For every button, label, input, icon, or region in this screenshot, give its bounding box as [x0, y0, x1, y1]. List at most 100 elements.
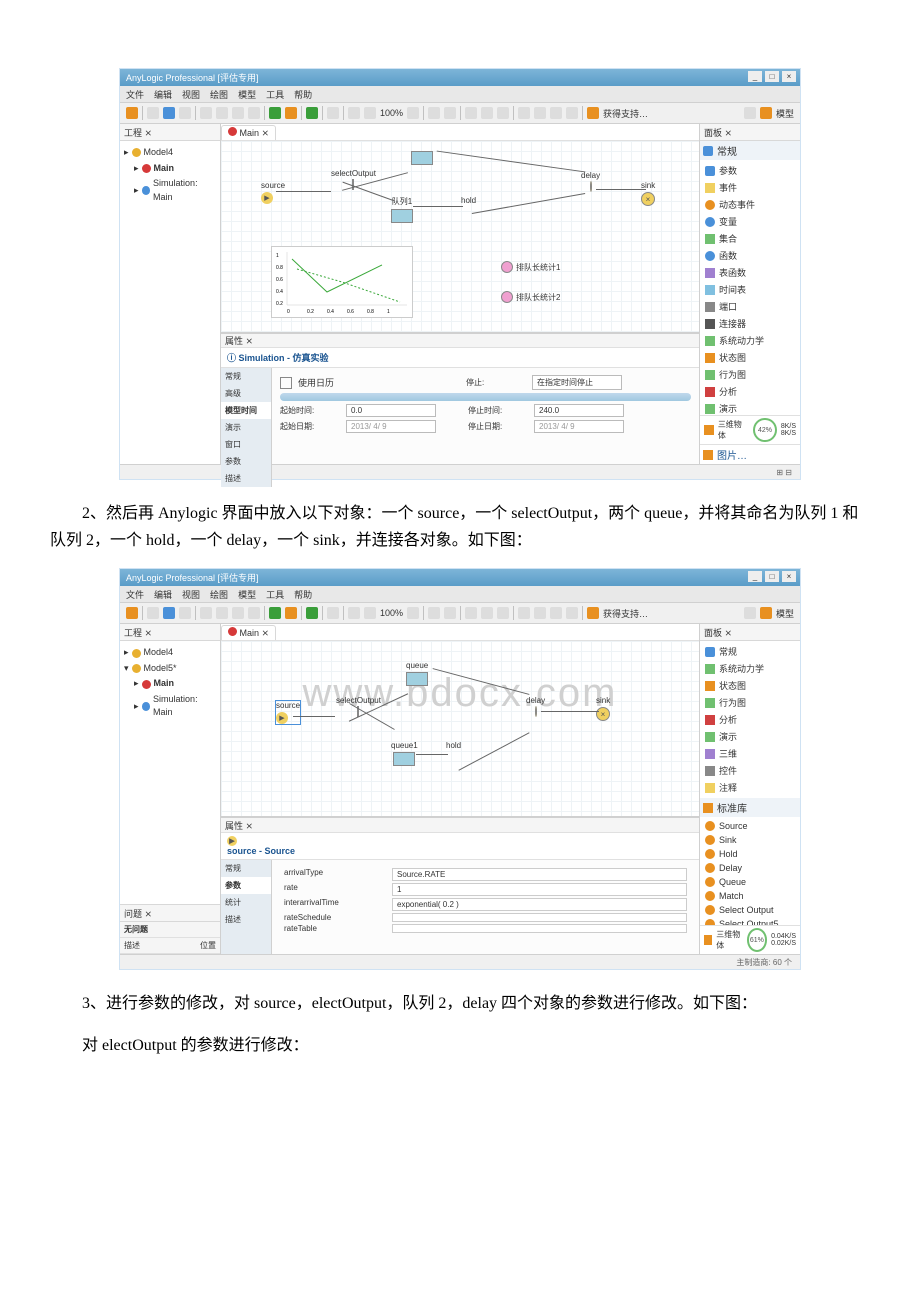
project-tab[interactable]: 工程 ⨯	[120, 624, 220, 641]
palette-item-常规[interactable]: 常规	[702, 643, 798, 660]
menu-file[interactable]: 文件	[126, 88, 144, 101]
palette-section-header[interactable]: 常规	[700, 141, 800, 160]
block-queue-top[interactable]	[411, 151, 433, 167]
section-modeltime[interactable]: 模型时间	[221, 402, 271, 419]
palette-item-动态事件[interactable]: 动态事件	[702, 196, 798, 213]
palette-item-Match[interactable]: Match	[702, 889, 798, 903]
palette-item-行为图[interactable]: 行为图	[702, 694, 798, 711]
perspective-label[interactable]: 模型	[776, 107, 794, 120]
palette-item-状态图[interactable]: 状态图	[702, 677, 798, 694]
palette-item-事件[interactable]: 事件	[702, 179, 798, 196]
window-minimize-button[interactable]: _	[748, 71, 762, 82]
block-sink[interactable]: sink	[596, 696, 610, 721]
palette-item-Hold[interactable]: Hold	[702, 847, 798, 861]
stat-queue2[interactable]: 排队长统计2	[501, 291, 560, 303]
palette-item-注释[interactable]: 注释	[702, 779, 798, 796]
palette-item-演示[interactable]: 演示	[702, 728, 798, 745]
palette-item-Delay[interactable]: Delay	[702, 861, 798, 875]
save-icon[interactable]	[163, 107, 175, 119]
block-sink[interactable]: sink	[641, 181, 655, 206]
run-icon[interactable]	[306, 607, 318, 619]
zoom-in-icon[interactable]	[364, 607, 376, 619]
palette-item-行为图[interactable]: 行为图	[702, 366, 798, 383]
new-icon[interactable]	[126, 607, 138, 619]
zoom-in-icon[interactable]	[364, 107, 376, 119]
window-close-button[interactable]: ×	[782, 71, 796, 82]
section-statistics[interactable]: 统计	[221, 894, 271, 911]
copy-icon[interactable]	[216, 107, 228, 119]
palette-item-三维[interactable]: 三维	[702, 745, 798, 762]
tree-main[interactable]: ▸ Main	[124, 161, 216, 177]
section-presentation[interactable]: 演示	[221, 419, 271, 436]
toolbar-support-label[interactable]: 获得支持…	[603, 107, 648, 120]
toolbar-support-label[interactable]: 获得支持…	[603, 607, 648, 620]
model-canvas[interactable]: source selectOutput 队列1	[221, 141, 699, 333]
prop-value-interarrivalTime[interactable]: exponential( 0.2 )	[392, 898, 687, 911]
project-tab[interactable]: 工程 ⨯	[120, 124, 220, 141]
palette-item-函数[interactable]: 函数	[702, 247, 798, 264]
nav2-icon[interactable]	[566, 607, 578, 619]
block-hold[interactable]: hold	[461, 196, 476, 207]
align-icon[interactable]	[465, 607, 477, 619]
section-window[interactable]: 窗口	[221, 436, 271, 453]
menu-help[interactable]: 帮助	[294, 588, 312, 601]
block-selectoutput[interactable]: selectOutput	[336, 696, 381, 716]
prop-value-rateTable[interactable]	[392, 924, 687, 933]
align3-icon[interactable]	[497, 607, 509, 619]
palette-item-系统动力学[interactable]: 系统动力学	[702, 660, 798, 677]
run-icon[interactable]	[306, 107, 318, 119]
nav2-icon[interactable]	[566, 107, 578, 119]
menu-edit[interactable]: 编辑	[154, 588, 172, 601]
new-icon[interactable]	[126, 107, 138, 119]
tree-model-root[interactable]: ▸ Model4	[124, 145, 216, 161]
window-maximize-button[interactable]: □	[765, 571, 779, 582]
tree-simulation[interactable]: ▸ Simulation: Main	[124, 176, 216, 205]
pointer-icon[interactable]	[327, 607, 339, 619]
perspective-icon[interactable]	[744, 107, 756, 119]
prop-value-rate[interactable]: 1	[392, 883, 687, 896]
align-icon[interactable]	[465, 107, 477, 119]
build-icon[interactable]	[269, 607, 281, 619]
palette-item-分析[interactable]: 分析	[702, 383, 798, 400]
palette-item-端口[interactable]: 端口	[702, 298, 798, 315]
perspective-label[interactable]: 模型	[776, 607, 794, 620]
align2-icon[interactable]	[481, 107, 493, 119]
use-calendar-checkbox[interactable]	[280, 377, 292, 389]
menu-view[interactable]: 视图	[182, 588, 200, 601]
zoom-fit-icon[interactable]	[407, 607, 419, 619]
nav-icon[interactable]	[550, 607, 562, 619]
delete-icon[interactable]	[248, 607, 260, 619]
tree-simulation[interactable]: ▸ Simulation: Main	[124, 692, 216, 721]
palette-item-控件[interactable]: 控件	[702, 762, 798, 779]
block-source-selected[interactable]: source	[276, 701, 300, 724]
print-icon[interactable]	[179, 607, 191, 619]
open-icon[interactable]	[147, 107, 159, 119]
support-icon[interactable]	[587, 607, 599, 619]
problems-tab[interactable]: 问题 ⨯	[120, 904, 220, 922]
undo-icon[interactable]	[518, 107, 530, 119]
perspective-icon[interactable]	[744, 607, 756, 619]
palette-item-时间表[interactable]: 时间表	[702, 281, 798, 298]
align2-icon[interactable]	[481, 607, 493, 619]
palette-item-集合[interactable]: 集合	[702, 230, 798, 247]
debug-icon[interactable]	[285, 607, 297, 619]
tree-main[interactable]: ▸ Main	[124, 676, 216, 692]
palette-item-表函数[interactable]: 表函数	[702, 264, 798, 281]
snap-icon[interactable]	[444, 107, 456, 119]
properties-tab[interactable]: 属性 ⨯	[221, 334, 699, 348]
zoom-out-icon[interactable]	[348, 607, 360, 619]
menu-tools[interactable]: 工具	[266, 588, 284, 601]
palette-item-系统动力学[interactable]: 系统动力学	[702, 332, 798, 349]
stop-mode-select[interactable]: 在指定时间停止	[532, 375, 622, 390]
snap-icon[interactable]	[444, 607, 456, 619]
block-queue-top[interactable]: queue	[406, 661, 428, 688]
support-icon[interactable]	[587, 107, 599, 119]
menu-draw[interactable]: 绘图	[210, 588, 228, 601]
model-persp-icon[interactable]	[760, 607, 772, 619]
menu-draw[interactable]: 绘图	[210, 88, 228, 101]
print-icon[interactable]	[179, 107, 191, 119]
cut-icon[interactable]	[200, 607, 212, 619]
section-general[interactable]: 常规	[221, 860, 271, 877]
menu-file[interactable]: 文件	[126, 588, 144, 601]
model-canvas[interactable]: www.bdocx.com source selectOutput queue	[221, 641, 699, 817]
